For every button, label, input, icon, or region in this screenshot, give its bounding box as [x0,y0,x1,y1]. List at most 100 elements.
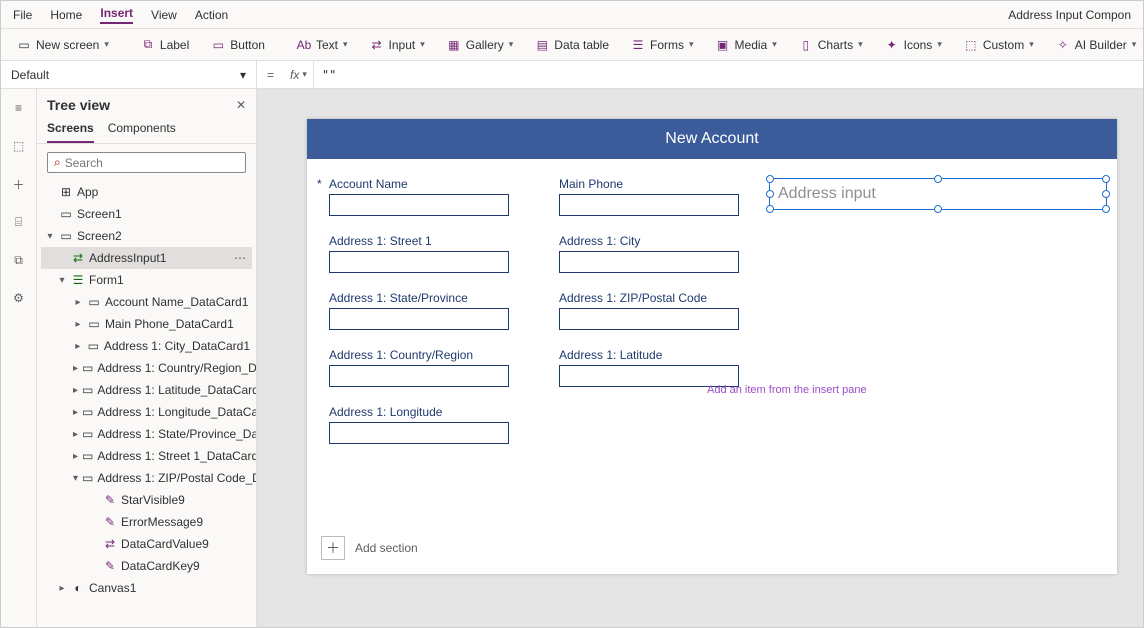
input-button[interactable]: ⇄Input▾ [364,35,431,55]
tree-list: ⊞App ▭Screen1 ▾▭Screen2 ⇄AddressInput1⋯ … [37,181,256,627]
tree-card[interactable]: ▸▭Address 1: State/Province_DataCard1 [41,423,252,445]
data-table-button[interactable]: ▤Data table [529,35,615,55]
gallery-button[interactable]: ▦Gallery▾ [441,35,520,55]
tree-search[interactable]: ⌕ [47,152,246,173]
city-input[interactable] [559,251,739,273]
custom-button[interactable]: ⬚Custom▾ [958,35,1040,55]
new-screen-button[interactable]: ▭New screen▾ [11,35,115,55]
resize-handle[interactable] [766,190,774,198]
data-rail-button[interactable]: ⌸ [6,209,32,235]
resize-handle[interactable] [1102,175,1110,183]
zip-input[interactable] [559,308,739,330]
tree-app[interactable]: ⊞App [41,181,252,203]
field-longitude[interactable]: Address 1: Longitude [329,405,529,444]
tree-child[interactable]: ✎ErrorMessage9 [41,511,252,533]
tree-form[interactable]: ▾☰Form1 [41,269,252,291]
media-button[interactable]: ▣Media▾ [710,35,783,55]
field-street[interactable]: Address 1: Street 1 [329,234,529,273]
text-button[interactable]: AbText▾ [291,35,354,55]
field-state[interactable]: Address 1: State/Province [329,291,529,330]
fx-button[interactable]: fx▾ [284,68,313,82]
app-title: Address Input Compon [1008,8,1131,22]
formula-input[interactable]: "" [314,68,1143,82]
menu-insert[interactable]: Insert [100,6,133,24]
tree-child[interactable]: ✎DataCardKey9 [41,555,252,577]
tree-view-rail-button[interactable]: ≡ [6,95,32,121]
add-rail-button[interactable]: ＋ [6,171,32,197]
address-input-placeholder: Address input [778,185,876,203]
tree-card[interactable]: ▾▭Address 1: ZIP/Postal Code_DataCard1 [41,467,252,489]
ai-builder-button[interactable]: ✧AI Builder▾ [1050,35,1143,55]
add-section-button[interactable]: ＋ Add section [321,536,418,560]
formula-bar: Default▾ = fx▾ "" [1,61,1143,89]
field-latitude[interactable]: Address 1: Latitude [559,348,759,387]
icons-button[interactable]: ✦Icons▾ [879,35,948,55]
custom-icon: ⬚ [964,38,978,52]
insert-hint[interactable]: Add an item from the insert pane [707,384,867,396]
settings-rail-button[interactable]: ⚙ [6,285,32,311]
form-screen[interactable]: New Account Account Name Main Phone Addr… [307,119,1117,574]
media-rail-button[interactable]: ⧉ [6,247,32,273]
canvas-area[interactable]: New Account Account Name Main Phone Addr… [257,89,1143,627]
state-input[interactable] [329,308,509,330]
field-account-name[interactable]: Account Name [329,177,529,216]
tab-screens[interactable]: Screens [47,115,94,143]
field-city[interactable]: Address 1: City [559,234,759,273]
media-icon: ▣ [716,38,730,52]
menu-home[interactable]: Home [50,8,82,22]
street-input[interactable] [329,251,509,273]
ribbon: ▭New screen▾ ⧉Label ▭Button AbText▾ ⇄Inp… [1,29,1143,61]
resize-handle[interactable] [1102,190,1110,198]
tree-screen2[interactable]: ▾▭Screen2 [41,225,252,247]
resize-handle[interactable] [1102,205,1110,213]
country-input[interactable] [329,365,509,387]
charts-button[interactable]: ▯Charts▾ [793,35,869,55]
main-area: ≡ ⬚ ＋ ⌸ ⧉ ⚙ Tree view ✕ Screens Componen… [1,89,1143,627]
button-button[interactable]: ▭Button [205,35,271,55]
label-button[interactable]: ⧉Label [135,35,195,55]
tree-screen1[interactable]: ▭Screen1 [41,203,252,225]
tree-canvas[interactable]: ▸◐Canvas1 [41,577,252,599]
field-zip[interactable]: Address 1: ZIP/Postal Code [559,291,759,330]
tree-card[interactable]: ▸▭Address 1: Country/Region_DataCard1 [41,357,252,379]
ai-icon: ✧ [1056,38,1070,52]
forms-button[interactable]: ☰Forms▾ [625,35,700,55]
search-input[interactable] [65,156,239,170]
tree-card[interactable]: ▸▭Account Name_DataCard1 [41,291,252,313]
equals-label: = [257,68,284,82]
tab-components[interactable]: Components [108,115,176,143]
account-input[interactable] [329,194,509,216]
resize-handle[interactable] [934,205,942,213]
icons-icon: ✦ [885,38,899,52]
tree-card[interactable]: ▸▭Address 1: Longitude_DataCard1 [41,401,252,423]
address-input-control[interactable]: Address input [769,178,1107,210]
tree-card[interactable]: ▸▭Address 1: Street 1_DataCard1 [41,445,252,467]
search-icon: ⌕ [54,155,61,170]
more-icon[interactable]: ⋯ [234,251,250,265]
menu-file[interactable]: File [13,8,32,22]
phone-input[interactable] [559,194,739,216]
field-main-phone[interactable]: Main Phone [559,177,759,216]
tree-child[interactable]: ⇄DataCardValue9 [41,533,252,555]
menu-view[interactable]: View [151,8,177,22]
tree-child[interactable]: ✎StarVisible9 [41,489,252,511]
tree-addressinput[interactable]: ⇄AddressInput1⋯ [41,247,252,269]
resize-handle[interactable] [934,175,942,183]
insert-rail-button[interactable]: ⬚ [6,133,32,159]
plus-icon: ＋ [321,536,345,560]
chevron-down-icon: ▾ [240,68,246,82]
field-country[interactable]: Address 1: Country/Region [329,348,529,387]
form-icon: ☰ [631,38,645,52]
close-icon[interactable]: ✕ [236,98,246,112]
label-icon: ⧉ [141,38,155,52]
menu-action[interactable]: Action [195,8,228,22]
resize-handle[interactable] [766,205,774,213]
tree-card[interactable]: ▸▭Address 1: Latitude_DataCard1 [41,379,252,401]
text-icon: Ab [297,38,311,52]
resize-handle[interactable] [766,175,774,183]
tree-card[interactable]: ▸▭Main Phone_DataCard1 [41,313,252,335]
lon-input[interactable] [329,422,509,444]
tree-card[interactable]: ▸▭Address 1: City_DataCard1 [41,335,252,357]
screen-icon: ▭ [17,38,31,52]
property-select[interactable]: Default▾ [1,61,257,88]
